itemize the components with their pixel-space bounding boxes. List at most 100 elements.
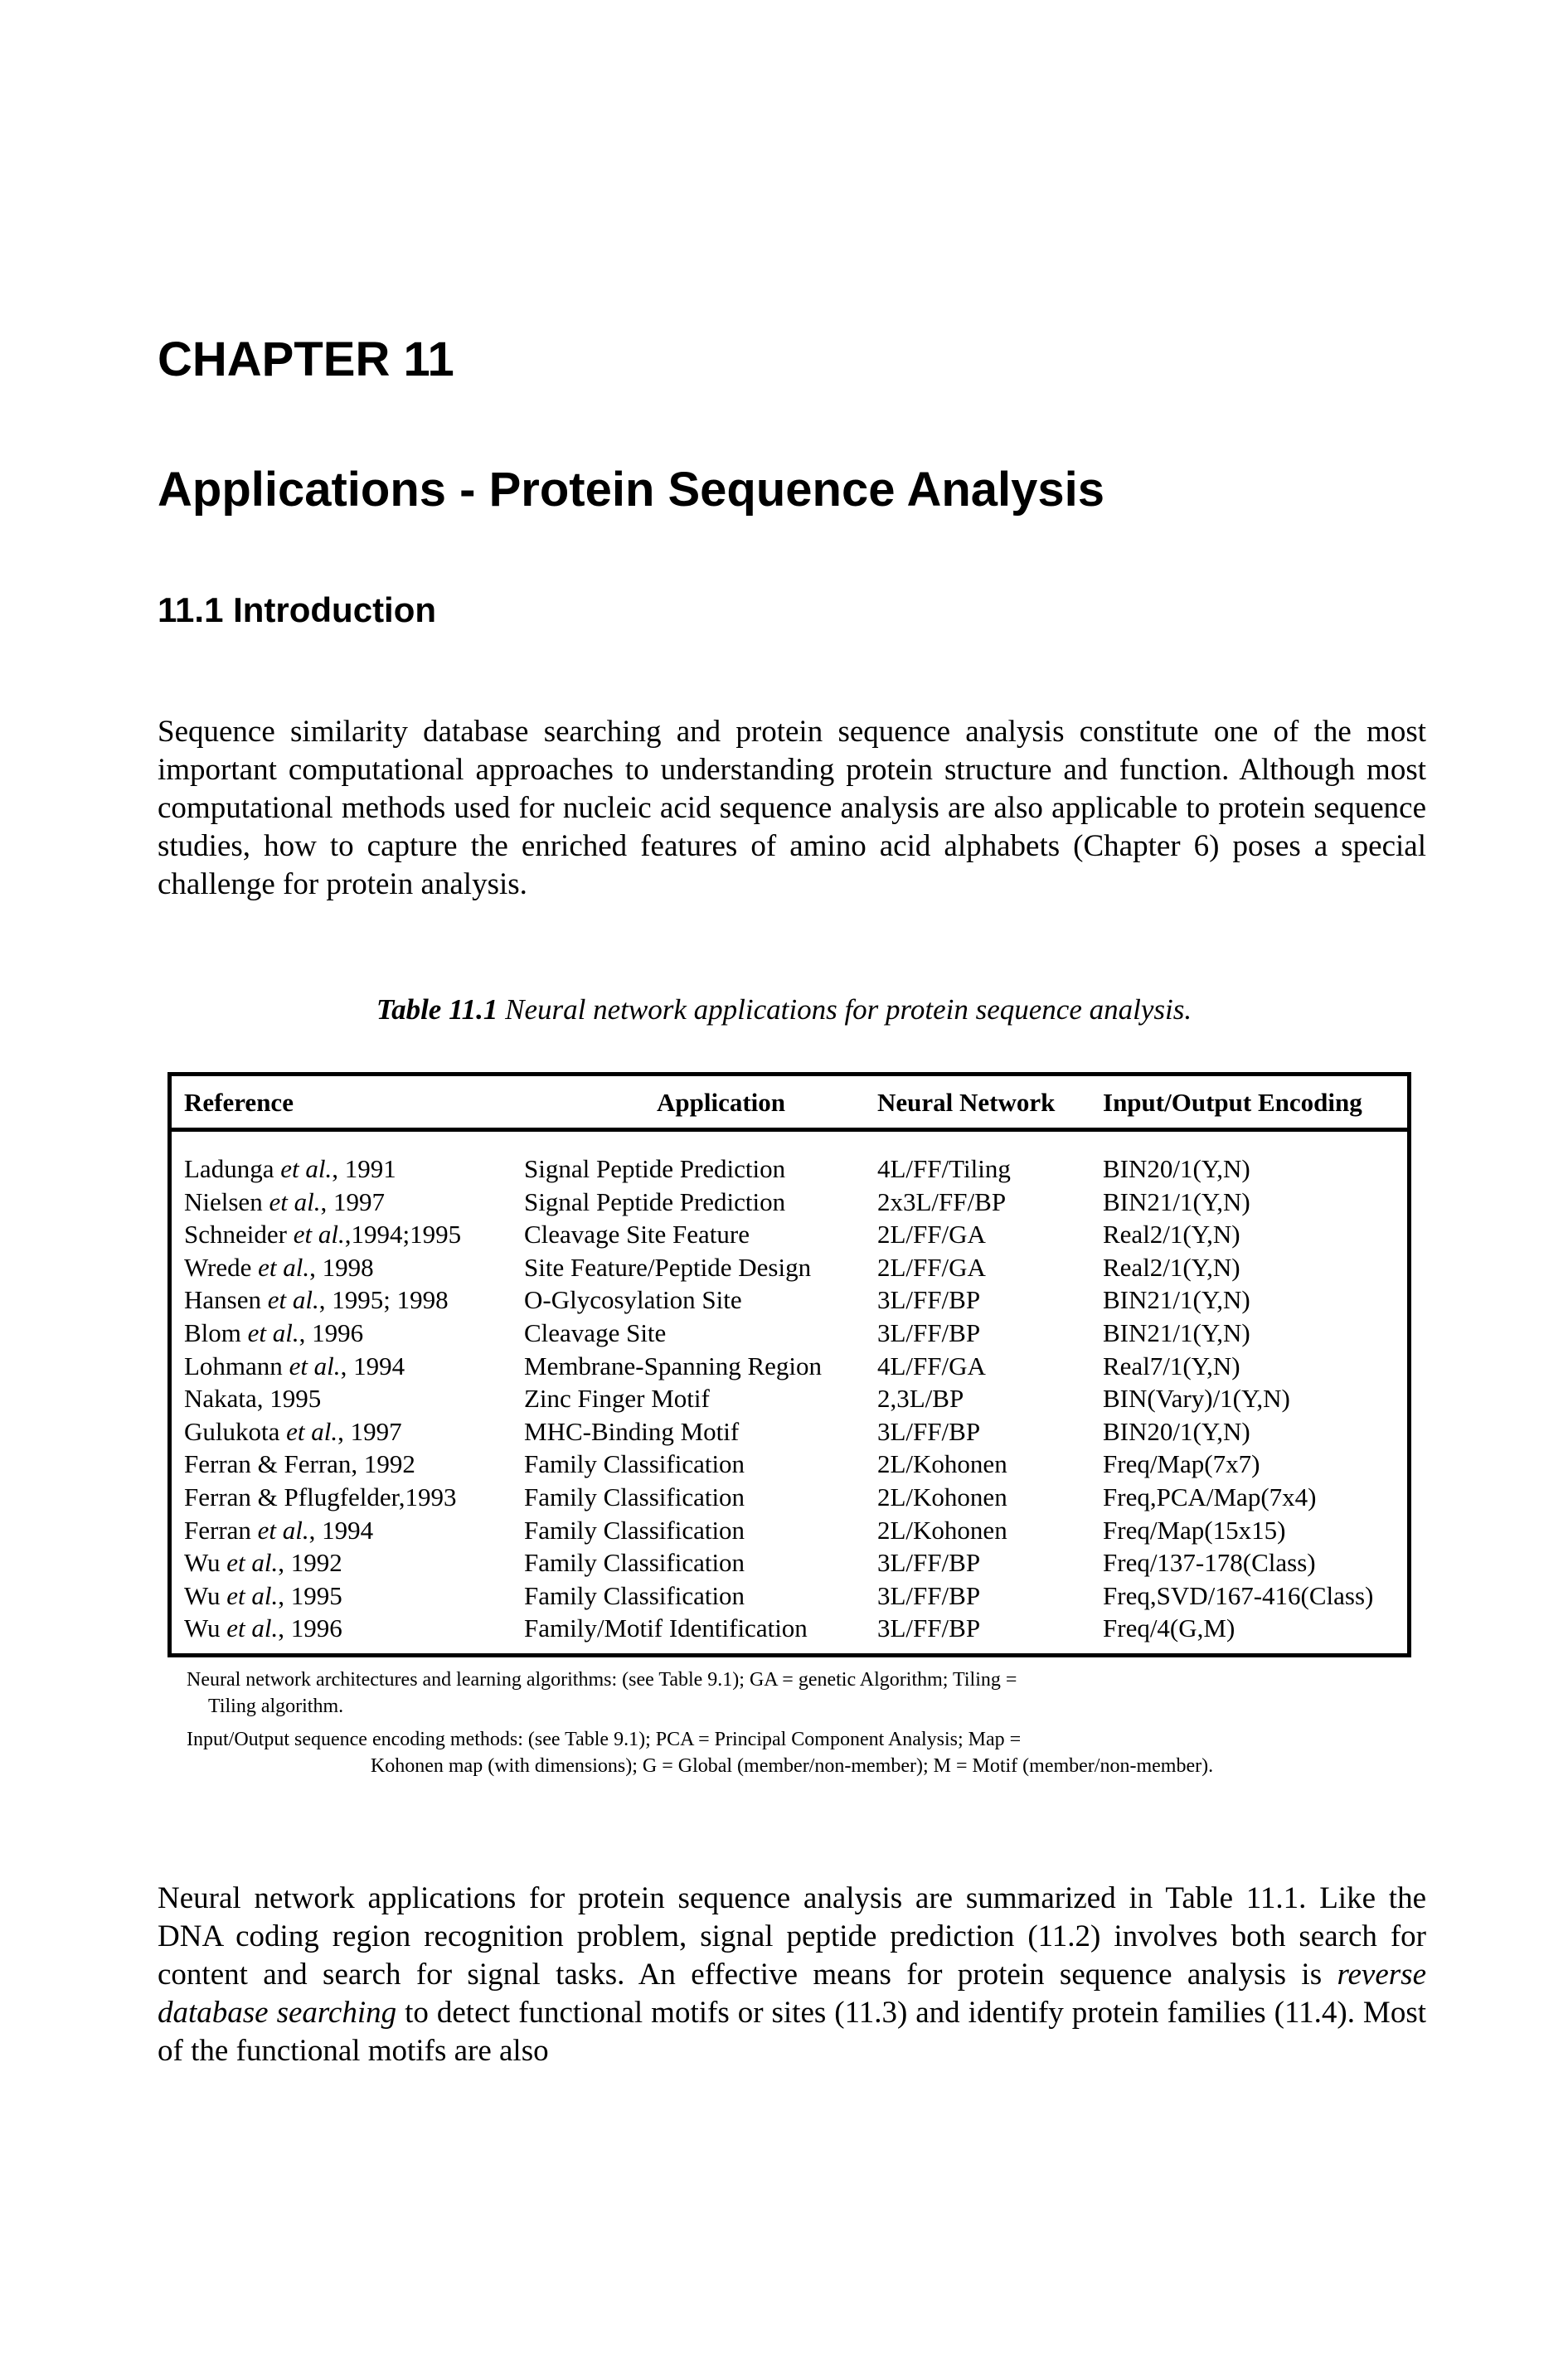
table-row: Wu et al., 1995 Family Classification 3L/F…: [172, 1581, 1407, 1614]
header-application: Application: [657, 1088, 786, 1117]
reference-year: , 1997: [337, 1416, 402, 1446]
cell-encoding: Real7/1(Y,N): [1103, 1351, 1240, 1380]
reference-et-al: et al.: [251, 1252, 310, 1282]
cell-encoding: Freq/Map(15x15): [1103, 1515, 1286, 1545]
reference-et-al: et al.: [220, 1548, 279, 1578]
table-caption: Table 11.1 Neural network applications f…: [0, 993, 1568, 1026]
cell-reference: Gulukota et al., 1997: [184, 1417, 402, 1447]
cell-application: Family Classification: [524, 1449, 745, 1479]
cell-neural-network: 2,3L/BP: [877, 1384, 964, 1414]
cell-application: MHC-Binding Motif: [524, 1416, 740, 1446]
reference-et-al: et al.: [220, 1580, 279, 1610]
reference-author: Ferran & Ferran, 1992: [184, 1449, 415, 1479]
cell-encoding: BIN(Vary)/1(Y,N): [1103, 1384, 1290, 1414]
cell-reference: Nielsen et al., 1997: [184, 1187, 385, 1217]
cell-application: Signal Peptide Prediction: [524, 1154, 786, 1183]
reference-year: ,1994;1995: [344, 1220, 462, 1249]
cell-reference: Wu et al., 1992: [184, 1548, 342, 1578]
table-row: Lohmann et al., 1994 Membrane-Spanning Re…: [172, 1351, 1407, 1385]
reference-author: Blom: [184, 1318, 241, 1347]
cell-application: Cleavage Site: [524, 1318, 667, 1347]
table-row: Nakata, 1995 Zinc Finger Motif 2,3L/BP BIN(…: [172, 1384, 1407, 1417]
intro-paragraph: Sequence similarity database searching a…: [158, 715, 1426, 901]
reference-year: , 1997: [320, 1186, 385, 1216]
cell-application: Family Classification: [524, 1482, 745, 1511]
reference-et-al: et al.: [262, 1186, 321, 1216]
table-row: Blom et al., 1996 Cleavage Site 3L/FF/BP BI…: [172, 1318, 1407, 1351]
reference-year: , 1995: [278, 1580, 342, 1610]
cell-application: O-Glycosylation Site: [524, 1285, 742, 1315]
table-row: Ladunga et al., 1991 Signal Peptide Predi…: [172, 1154, 1407, 1187]
cell-neural-network: 2L/FF/GA: [877, 1252, 986, 1282]
table-caption-text: Neural network applications for protein …: [498, 993, 1192, 1026]
table-header: Reference Application Neural Network Inp…: [172, 1076, 1407, 1132]
table-caption-label: Table 11.1: [376, 993, 498, 1026]
reference-et-al: et al.: [260, 1285, 319, 1315]
reference-et-al: et al.: [240, 1318, 299, 1347]
cell-reference: Wu et al., 1995: [184, 1581, 342, 1611]
footnote-2-line-1: Input/Output sequence encoding methods: …: [187, 1729, 1022, 1750]
reference-author: Wrede: [184, 1252, 252, 1282]
footnote-1-line-2: Tiling algorithm.: [208, 1696, 344, 1717]
cell-neural-network: 4L/FF/Tiling: [877, 1154, 1011, 1183]
cell-application: Zinc Finger Motif: [524, 1384, 710, 1414]
reference-author: Ferran & Pflugfelder,1993: [184, 1482, 457, 1511]
summary-text-1: Neural network applications for protein …: [158, 1881, 1426, 1992]
cell-encoding: Freq/137-178(Class): [1103, 1548, 1316, 1578]
cell-application: Site Feature/Peptide Design: [524, 1252, 812, 1282]
header-reference: Reference: [184, 1088, 294, 1117]
section-heading: 11.1 Introduction: [158, 590, 437, 629]
table-row: Ferran & Ferran, 1992 Family Classificati…: [172, 1449, 1407, 1482]
table-row: Gulukota et al., 1997 MHC-Binding Motif 3L…: [172, 1417, 1407, 1450]
cell-encoding: BIN20/1(Y,N): [1103, 1154, 1250, 1183]
cell-encoding: BIN21/1(Y,N): [1103, 1186, 1250, 1216]
cell-application: Signal Peptide Prediction: [524, 1186, 786, 1216]
cell-reference: Schneider et al.,1994;1995: [184, 1220, 461, 1249]
cell-encoding: BIN20/1(Y,N): [1103, 1416, 1250, 1446]
cell-encoding: Real2/1(Y,N): [1103, 1252, 1240, 1282]
reference-author: Nielsen: [184, 1186, 263, 1216]
cell-encoding: BIN21/1(Y,N): [1103, 1318, 1250, 1347]
table-row: Wu et al., 1996 Family/Motif Identificati…: [172, 1613, 1407, 1647]
chapter-label: CHAPTER 11: [158, 332, 454, 386]
reference-et-al: et al.: [250, 1515, 309, 1545]
cell-encoding: BIN21/1(Y,N): [1103, 1285, 1250, 1315]
reference-author: Schneider: [184, 1220, 287, 1249]
cell-neural-network: 2x3L/FF/BP: [877, 1186, 1007, 1216]
reference-author: Ferran: [184, 1515, 251, 1545]
cell-neural-network: 3L/FF/BP: [877, 1613, 981, 1643]
cell-reference: Ferran et al., 1994: [184, 1516, 373, 1545]
cell-neural-network: 4L/FF/GA: [877, 1351, 986, 1380]
cell-neural-network: 3L/FF/BP: [877, 1416, 981, 1446]
cell-application: Family/Motif Identification: [524, 1613, 808, 1643]
reference-year: , 1991: [332, 1154, 396, 1183]
reference-et-al: et al.: [274, 1154, 333, 1183]
cell-reference: Ferran & Ferran, 1992: [184, 1449, 415, 1479]
reference-author: Nakata, 1995: [184, 1384, 322, 1414]
cell-neural-network: 2L/Kohonen: [877, 1515, 1007, 1545]
cell-reference: Wrede et al., 1998: [184, 1253, 374, 1283]
reference-et-al: et al.: [286, 1220, 345, 1249]
table-row: Ferran et al., 1994 Family Classification…: [172, 1516, 1407, 1549]
cell-reference: Nakata, 1995: [184, 1384, 321, 1414]
cell-reference: Lohmann et al., 1994: [184, 1351, 405, 1381]
footnote-2-line-2: Kohonen map (with dimensions); G = Globa…: [370, 1755, 1214, 1777]
reference-year: , 1995; 1998: [318, 1285, 449, 1315]
cell-neural-network: 2L/FF/GA: [877, 1220, 986, 1249]
cell-application: Membrane-Spanning Region: [524, 1351, 823, 1380]
cell-reference: Hansen et al., 1995; 1998: [184, 1285, 449, 1315]
table-footnote-architectures: Neural network architectures and learnin…: [187, 1667, 1397, 1720]
cell-neural-network: 3L/FF/BP: [877, 1318, 981, 1347]
cell-encoding: Freq/4(G,M): [1103, 1613, 1235, 1643]
table-row: Wu et al., 1992 Family Classification 3L/F…: [172, 1548, 1407, 1581]
cell-encoding: Freq/Map(7x7): [1103, 1449, 1260, 1479]
reference-year: , 1996: [278, 1613, 342, 1643]
cell-reference: Ferran & Pflugfelder,1993: [184, 1482, 456, 1512]
cell-reference: Blom et al., 1996: [184, 1318, 363, 1348]
table-row: Wrede et al., 1998 Site Feature/Peptide D…: [172, 1253, 1407, 1286]
cell-neural-network: 2L/Kohonen: [877, 1449, 1007, 1479]
reference-et-al: et al.: [220, 1613, 279, 1643]
table-row: Nielsen et al., 1997 Signal Peptide Predi…: [172, 1187, 1407, 1220]
table-11-1: Reference Application Neural Network Inp…: [167, 1072, 1411, 1657]
cell-neural-network: 3L/FF/BP: [877, 1580, 981, 1610]
